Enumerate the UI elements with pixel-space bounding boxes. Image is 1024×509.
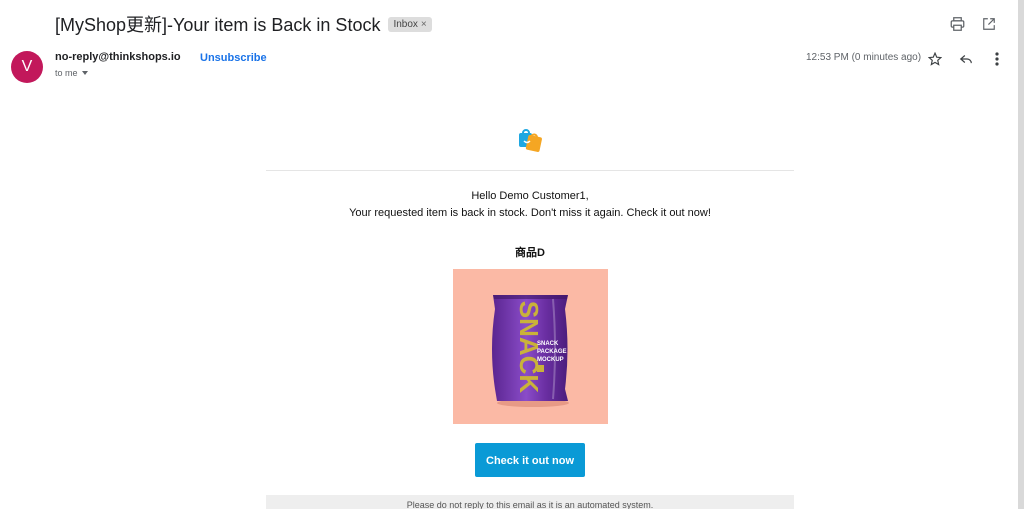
svg-text:MOCKUP: MOCKUP <box>537 357 564 363</box>
header-divider <box>266 170 794 171</box>
open-in-new-icon[interactable] <box>980 15 998 33</box>
product-name: 商品D <box>515 247 545 259</box>
sender-avatar[interactable]: V <box>11 51 43 83</box>
to-me-text: to me <box>55 68 78 78</box>
email-view: [MyShop更新]-Your item is Back in Stock In… <box>0 0 1024 509</box>
thread-actions <box>948 15 998 33</box>
product-image[interactable]: SNACK SNACK PACKAGE MOCKUP <box>452 269 608 424</box>
unsubscribe-link[interactable]: Unsubscribe <box>200 52 267 64</box>
chevron-down-icon[interactable] <box>81 71 88 75</box>
greeting-line: Hello Demo Customer1, <box>471 190 589 202</box>
subject-row: [MyShop更新]-Your item is Back in Stock In… <box>55 11 432 37</box>
footer-text: Please do not reply to this email as it … <box>406 500 654 509</box>
stock-message: Your requested item is back in stock. Do… <box>349 207 711 219</box>
email-timestamp: 12:53 PM (0 minutes ago) <box>806 52 922 63</box>
greeting-block: Hello Demo Customer1, Your requested ite… <box>266 188 794 222</box>
check-it-out-button[interactable]: Check it out now <box>475 443 585 477</box>
shop-logo-area <box>266 110 794 170</box>
more-vert-icon[interactable] <box>988 50 1006 68</box>
email-body: Hello Demo Customer1, Your requested ite… <box>266 110 794 477</box>
footer-notice: Please do not reply to this email as it … <box>266 495 794 509</box>
label-text: Inbox <box>393 18 418 30</box>
sender-address[interactable]: no-reply@thinkshops.io <box>55 51 181 63</box>
message-actions <box>926 50 1006 68</box>
recipient-details[interactable]: to me <box>55 68 88 78</box>
remove-label-icon[interactable]: × <box>421 19 427 30</box>
email-subject: [MyShop更新]-Your item is Back in Stock <box>55 15 381 35</box>
print-icon[interactable] <box>948 15 966 33</box>
inbox-label-chip[interactable]: Inbox × <box>388 16 432 32</box>
star-icon[interactable] <box>926 50 944 68</box>
snack-package-image: SNACK SNACK PACKAGE MOCKUP <box>491 295 569 407</box>
shopping-bag-logo <box>519 129 542 152</box>
svg-text:SNACK: SNACK <box>514 301 544 394</box>
svg-text:PACKAGE: PACKAGE <box>537 349 567 355</box>
reply-icon[interactable] <box>957 50 975 68</box>
